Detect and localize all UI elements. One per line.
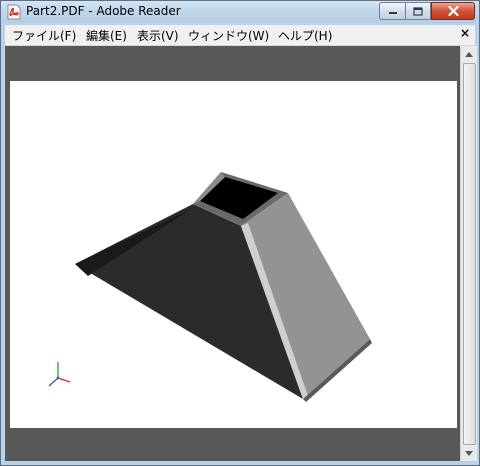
scroll-down-button[interactable] — [461, 445, 477, 461]
vertical-scrollbar[interactable] — [460, 46, 477, 461]
window-controls — [379, 2, 475, 20]
menu-window[interactable]: ウィンドウ(W) — [188, 27, 269, 44]
minimize-button[interactable] — [379, 2, 405, 20]
app-window: Part2.PDF - Adobe Reader ファイル(F) 編集(E) 表… — [0, 0, 480, 466]
pdf-page[interactable] — [10, 81, 457, 428]
scrollbar-thumb[interactable] — [463, 63, 476, 445]
menu-edit[interactable]: 編集(E) — [86, 27, 127, 44]
menu-file[interactable]: ファイル(F) — [12, 27, 76, 44]
pdf-file-icon — [7, 4, 21, 20]
window-title: Part2.PDF - Adobe Reader — [26, 4, 181, 18]
menu-bar: ファイル(F) 編集(E) 表示(V) ウィンドウ(W) ヘルプ(H) × — [5, 25, 475, 46]
close-document-button[interactable]: × — [460, 26, 470, 40]
close-icon — [447, 6, 459, 16]
3d-model-view[interactable] — [10, 81, 457, 428]
maximize-button[interactable] — [405, 2, 431, 20]
title-bar[interactable]: Part2.PDF - Adobe Reader — [1, 1, 479, 23]
scroll-up-button[interactable] — [461, 46, 477, 62]
menu-help[interactable]: ヘルプ(H) — [278, 27, 332, 44]
menu-view[interactable]: 表示(V) — [137, 27, 179, 44]
document-viewer[interactable] — [5, 46, 460, 461]
arrow-up-icon — [465, 51, 473, 57]
minimize-icon — [388, 12, 397, 14]
arrow-down-icon — [465, 450, 473, 456]
axis-triad-icon — [48, 362, 71, 387]
close-window-button[interactable] — [431, 2, 475, 20]
maximize-icon — [413, 6, 423, 16]
